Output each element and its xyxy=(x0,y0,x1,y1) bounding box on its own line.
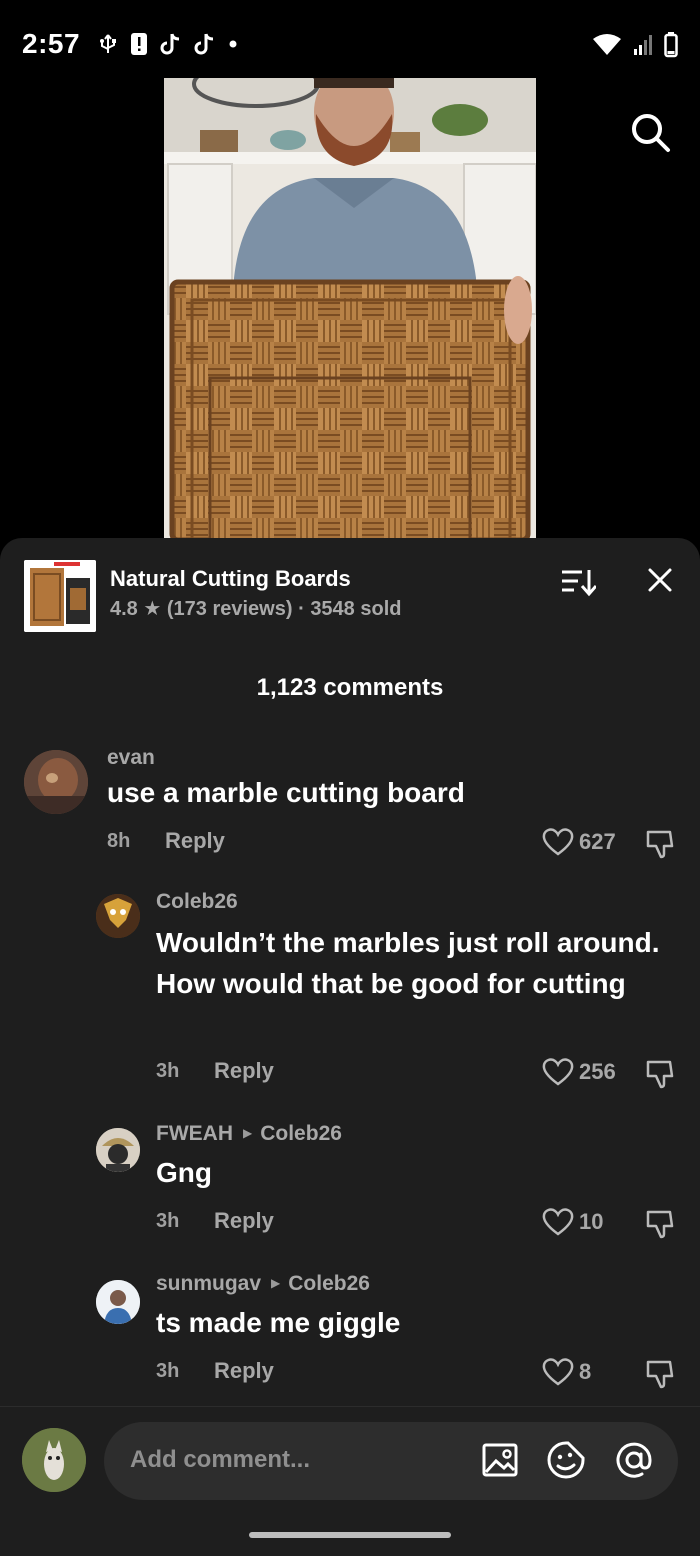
product-name[interactable]: Natural Cutting Boards xyxy=(110,566,351,592)
like-count: 627 xyxy=(579,829,616,854)
avatar[interactable] xyxy=(96,1280,140,1324)
username-text[interactable]: sunmugav xyxy=(156,1272,261,1295)
comment-time: 3h xyxy=(156,1360,180,1382)
reply-button[interactable]: Reply xyxy=(214,1208,274,1234)
status-time: 2:57 xyxy=(22,28,81,59)
comment-username[interactable]: evan xyxy=(107,746,155,770)
comment-input-placeholder[interactable]: Add comment... xyxy=(130,1446,310,1474)
reply-button[interactable]: Reply xyxy=(214,1358,274,1384)
like-button[interactable]: 10 xyxy=(541,1206,603,1238)
thumbs-down-icon[interactable] xyxy=(644,1058,676,1090)
username-text[interactable]: evan xyxy=(107,746,155,769)
search-icon[interactable] xyxy=(628,110,672,154)
heart-icon[interactable] xyxy=(541,826,575,858)
meta-separator: · xyxy=(298,598,305,620)
avatar[interactable] xyxy=(96,894,140,938)
comment-time: 3h xyxy=(156,1210,180,1232)
video-frame[interactable] xyxy=(164,78,536,540)
video-image xyxy=(164,78,536,540)
tiktok-icon xyxy=(194,33,214,55)
tiktok-icon xyxy=(160,33,180,55)
like-button[interactable]: 627 xyxy=(541,826,616,858)
like-count: 10 xyxy=(579,1209,604,1234)
close-icon[interactable] xyxy=(644,564,676,596)
my-avatar[interactable] xyxy=(22,1428,86,1492)
like-count: 8 xyxy=(579,1359,592,1384)
product-reviews: (173 reviews) xyxy=(166,598,293,620)
comment-time: 3h xyxy=(156,1060,180,1082)
thumbs-down-icon[interactable] xyxy=(644,1358,676,1390)
signal-icon xyxy=(634,35,652,55)
reply-arrow-icon: ▶ xyxy=(243,1126,253,1140)
comment-item: Coleb26 Wouldn’t the marbles just roll a… xyxy=(0,890,700,1100)
heart-icon[interactable] xyxy=(541,1206,575,1238)
like-count: 256 xyxy=(579,1059,616,1084)
at-icon[interactable] xyxy=(614,1440,654,1480)
usb-icon xyxy=(100,34,116,53)
more-notifications-icon xyxy=(229,40,237,48)
comment-text: Wouldn’t the marbles just roll around. H… xyxy=(156,927,660,999)
system-icons xyxy=(592,32,678,58)
heart-icon[interactable] xyxy=(541,1356,575,1388)
alert-icon xyxy=(131,33,147,55)
comment-username[interactable]: Coleb26 xyxy=(156,890,238,914)
wifi-icon xyxy=(593,34,621,55)
notification-icons xyxy=(98,32,238,56)
product-thumbnail[interactable] xyxy=(24,560,96,632)
username-text[interactable]: FWEAH xyxy=(156,1122,233,1145)
status-bar: 2:57 xyxy=(0,0,700,80)
image-icon[interactable] xyxy=(480,1440,520,1480)
reply-to-username[interactable]: Coleb26 xyxy=(288,1272,370,1295)
reply-button[interactable]: Reply xyxy=(165,828,225,854)
like-button[interactable]: 256 xyxy=(541,1056,616,1088)
battery-icon xyxy=(664,32,678,58)
comment-username[interactable]: sunmugav ▶ Coleb26 xyxy=(156,1272,370,1296)
reply-to-username[interactable]: Coleb26 xyxy=(260,1122,342,1145)
product-sold: 3548 sold xyxy=(310,598,402,620)
username-text[interactable]: Coleb26 xyxy=(156,890,238,913)
avatar[interactable] xyxy=(24,750,88,814)
comment-input[interactable]: Add comment... xyxy=(104,1422,678,1500)
emoji-icon[interactable] xyxy=(546,1440,586,1480)
comment-username[interactable]: FWEAH ▶ Coleb26 xyxy=(156,1122,342,1146)
star-icon: ★ xyxy=(143,598,162,620)
product-meta: 4.8 ★ (173 reviews) · 3548 sold xyxy=(110,596,401,621)
sort-icon[interactable] xyxy=(560,566,596,598)
avatar[interactable] xyxy=(96,1128,140,1172)
comment-text: use a marble cutting board xyxy=(107,777,465,808)
thumbs-down-icon[interactable] xyxy=(644,1208,676,1240)
product-rating: 4.8 xyxy=(110,598,138,620)
comment-item: sunmugav ▶ Coleb26 ts made me giggle 3h Re… xyxy=(0,1272,700,1392)
reply-arrow-icon: ▶ xyxy=(271,1276,281,1290)
comment-text: Gng xyxy=(156,1157,212,1188)
thumbs-down-icon[interactable] xyxy=(644,828,676,860)
reply-button[interactable]: Reply xyxy=(214,1058,274,1084)
heart-icon[interactable] xyxy=(541,1056,575,1088)
comment-text: ts made me giggle xyxy=(156,1307,401,1338)
comment-time: 8h xyxy=(107,830,131,852)
composer-divider xyxy=(0,1406,700,1407)
comment-item: evan use a marble cutting board 8h Reply… xyxy=(0,746,700,866)
comments-sheet: Natural Cutting Boards 4.8 ★ (173 review… xyxy=(0,538,700,1556)
comments-count: 1,123 comments xyxy=(256,674,444,701)
like-button[interactable]: 8 xyxy=(541,1356,591,1388)
home-indicator[interactable] xyxy=(249,1532,451,1538)
comment-item: FWEAH ▶ Coleb26 Gng 3h Reply 10 xyxy=(0,1122,700,1242)
